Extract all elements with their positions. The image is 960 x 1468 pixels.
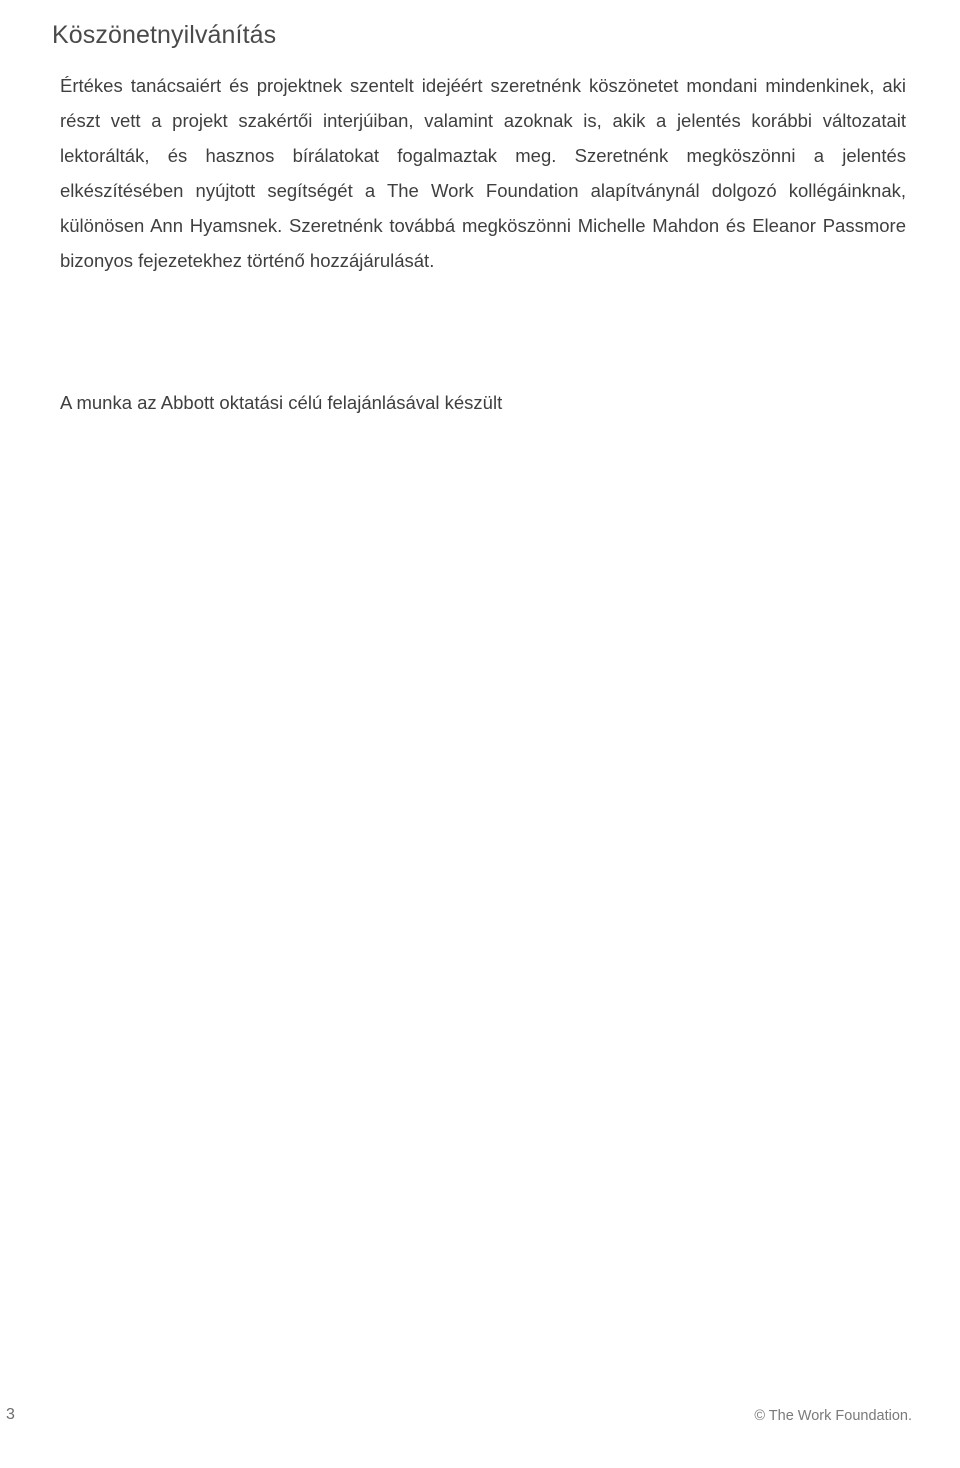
page-title: Köszönetnyilvánítás: [52, 20, 277, 49]
document-page: Köszönetnyilvánítás Értékes tanácsaiért …: [0, 0, 960, 1468]
page-number: 3: [6, 1406, 15, 1423]
acknowledgement-paragraph: Értékes tanácsaiért és projektnek szente…: [60, 75, 906, 271]
funding-note: A munka az Abbott oktatási célú felajánl…: [60, 391, 503, 413]
acknowledgement-section: Értékes tanácsaiért és projektnek szente…: [60, 68, 906, 278]
funding-note-section: A munka az Abbott oktatási célú felajánl…: [60, 366, 906, 438]
copyright-notice: © The Work Foundation.: [754, 1408, 912, 1424]
